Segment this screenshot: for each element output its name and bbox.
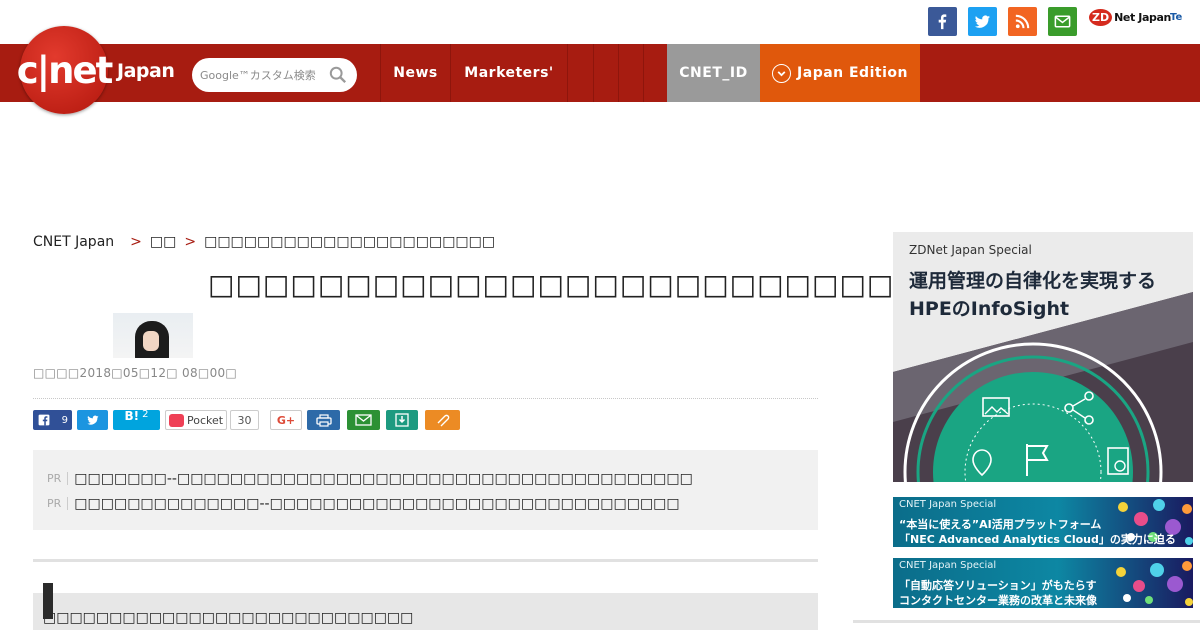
section-heading: □□□□□□□□□□□□□□□□□□□□□□□□□□□□ [43,610,414,626]
nav-marketers[interactable]: Marketers' [450,44,567,102]
pr-tag: PR [47,497,69,510]
pr-link-text[interactable]: □□□□□□□--□□□□□□□□□□□□□□□□□□□□□□□□□□□□□□□… [74,471,693,487]
pr-tag: PR [47,472,69,485]
divider [33,559,818,562]
breadcrumb-section[interactable]: □□ [150,234,176,250]
breadcrumb: CNET Japan > □□ > □□□□□□□□□□□□□□□□□□□□□□ [33,234,495,250]
zdnet-text: Net Japan [1114,11,1171,24]
search-icon[interactable] [329,66,347,84]
article-thumbnail [113,313,193,358]
save-button[interactable] [386,410,418,430]
ad-label: ZDNet Japan Special [909,243,1032,257]
mail-icon[interactable] [1048,7,1077,36]
mail-icon [355,414,372,426]
ad-banner-hpe[interactable]: ZDNet Japan Special 運用管理の自律化を実現する HPEのIn… [893,232,1193,482]
utility-bar: ZD Net Japan Te [0,0,1200,44]
article-title: □□□□□□□□□□□□□□□□□□□□□□□□□ [208,268,895,301]
nav-item-3[interactable] [567,44,593,102]
facebook-share-button[interactable]: 9 [33,410,72,430]
nav-item-5[interactable] [618,44,643,102]
rss-icon[interactable] [1008,7,1037,36]
pr-link-text[interactable]: □□□□□□□□□□□□□□--□□□□□□□□□□□□□□□□□□□□□□□□… [74,496,679,512]
ad-dots-graphic [1116,561,1193,606]
facebook-icon[interactable] [928,7,957,36]
edition-selector[interactable]: Japan Edition [760,44,920,102]
email-share-button[interactable] [347,410,380,430]
nav-item-6[interactable] [643,44,667,102]
pr-item[interactable]: PR □□□□□□□□□□□□□□--□□□□□□□□□□□□□□□□□□□□□… [47,491,804,516]
pocket-count: 30 [230,410,259,430]
cnet-id-button[interactable]: CNET_ID [667,44,760,102]
twitter-icon[interactable] [968,7,997,36]
hatena-bookmark-button[interactable]: B! 2 [113,409,160,430]
hatena-icon: B! [124,409,140,423]
breadcrumb-current: □□□□□□□□□□□□□□□□□□□□□□ [204,234,496,250]
google-plus-button[interactable]: G+ [270,410,302,430]
article-meta: □□□□2018□05□12□ 08□00□ [33,366,238,380]
pocket-icon [169,413,184,427]
zdnet-japan-link[interactable]: ZD Net Japan [1089,9,1171,26]
pr-box: PR □□□□□□□--□□□□□□□□□□□□□□□□□□□□□□□□□□□□… [33,450,818,530]
ad-banner-contact-center[interactable]: CNET Japan Special 「自動応答ソリューション」がもたらす コン… [893,558,1193,608]
breadcrumb-root[interactable]: CNET Japan [33,234,114,250]
facebook-icon [38,414,50,426]
ad-headline-line: コンタクトセンター業務の改革と未来像 [899,594,1097,607]
search-box [192,58,357,92]
breadcrumb-separator: > [130,234,142,250]
ad-headline: 運用管理の自律化を実現する HPEのInfoSight [909,267,1156,323]
hatena-count: 2 [142,409,149,420]
ad-banner-nec[interactable]: CNET Japan Special “本当に使える”AI活用プラットフォーム … [893,497,1193,547]
breadcrumb-separator: > [184,234,197,250]
heading-marker [43,583,53,619]
ad-headline-line: 「NEC Advanced Analytics Cloud」の実力に迫る [899,533,1176,546]
facebook-share-count: 9 [61,414,68,426]
nav-item-4[interactable] [593,44,618,102]
ad-headline-line: 運用管理の自律化を実現する [909,270,1157,292]
pocket-button[interactable]: Pocket [165,410,227,430]
nav-news[interactable]: News [380,44,450,102]
chevron-down-icon [772,63,792,83]
print-icon [315,413,332,427]
zdnet-badge: ZD [1089,9,1113,26]
ad-headline-line: “本当に使える”AI活用プラットフォーム [899,518,1102,531]
ad-label: CNET Japan Special [899,560,997,571]
logo-japan-text: Japan [117,60,175,82]
ad-headline-line: HPEのInfoSight [909,298,1070,320]
section-heading-box: □□□□□□□□□□□□□□□□□□□□□□□□□□□□ [33,593,818,630]
techrepublic-link[interactable]: Te [1170,12,1182,23]
edition-label: Japan Edition [797,65,908,81]
twitter-icon [86,415,99,425]
clip-button[interactable] [425,410,460,430]
search-input[interactable] [192,58,322,92]
ad-headline-line: 「自動応答ソリューション」がもたらす [899,579,1097,592]
divider [33,398,818,399]
ad-label: CNET Japan Special [899,499,997,510]
paperclip-icon [437,414,449,427]
twitter-share-button[interactable] [77,410,108,430]
pocket-label: Pocket [187,413,224,427]
logo-text: c|net [16,48,114,92]
download-icon [395,413,409,427]
pr-item[interactable]: PR □□□□□□□--□□□□□□□□□□□□□□□□□□□□□□□□□□□□… [47,466,804,491]
divider [853,620,1200,623]
print-button[interactable] [307,410,340,430]
tech-link-text: Te [1170,12,1183,23]
cnet-logo[interactable]: c|net [17,26,113,114]
